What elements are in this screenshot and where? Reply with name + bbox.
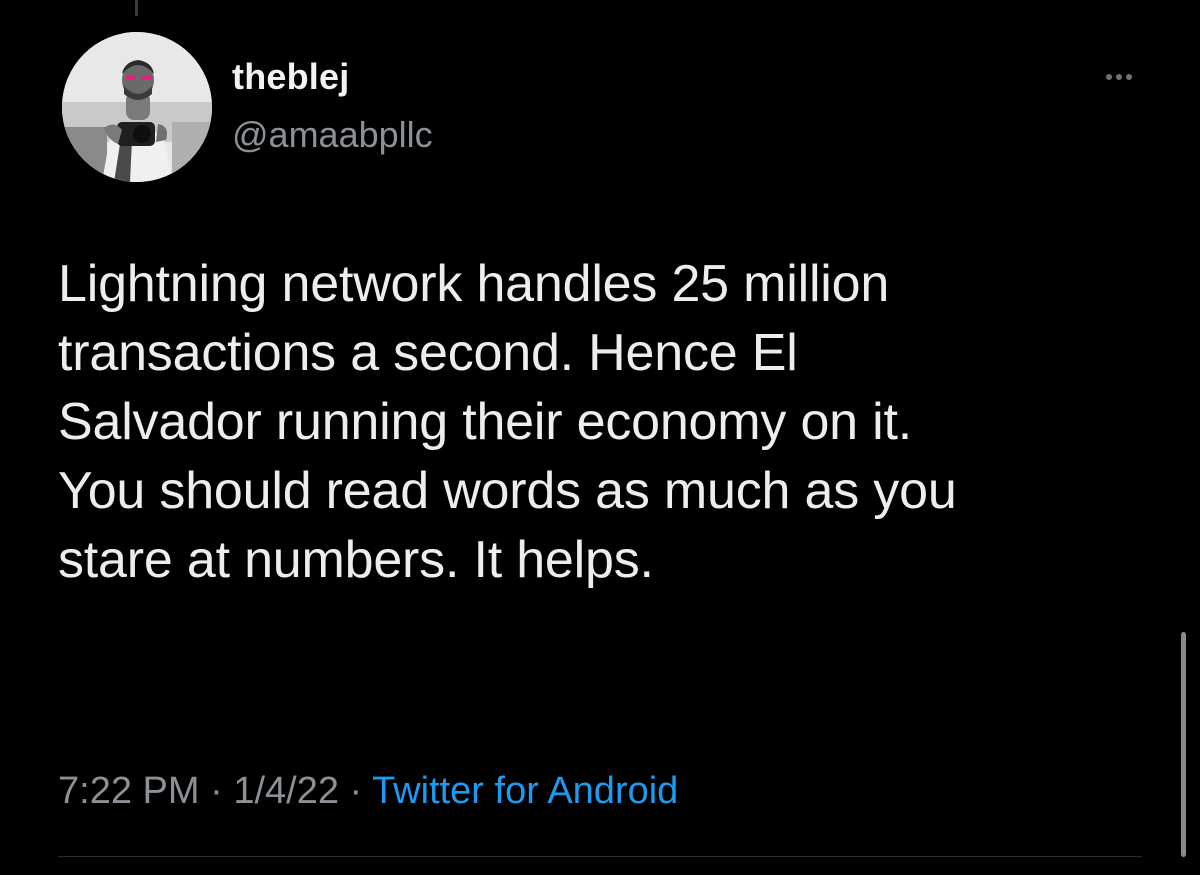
author-handle[interactable]: @amaabpllc <box>232 114 433 156</box>
tweet-text-line: stare at numbers. It helps. <box>58 531 654 589</box>
more-horizontal-icon <box>1106 74 1112 80</box>
author-display-name[interactable]: theblej <box>232 56 349 98</box>
divider <box>58 856 1142 857</box>
more-dot <box>1116 74 1122 80</box>
tweet-date[interactable]: 1/4/22 <box>233 770 339 812</box>
tweet-text-line: Lightning network handles 25 million <box>58 255 890 313</box>
thread-connector-line <box>135 0 138 16</box>
avatar[interactable] <box>62 32 212 182</box>
tweet-text-line: You should read words as much as you <box>58 462 957 520</box>
tweet-text-line: Salvador running their economy on it. <box>58 393 912 451</box>
more-dot <box>1126 74 1132 80</box>
more-options-button[interactable] <box>1095 62 1143 92</box>
tweet-source-link[interactable]: Twitter for Android <box>372 770 678 812</box>
tweet-text-line: transactions a second. Hence El <box>58 324 798 382</box>
tweet-metadata: 7:22 PM · 1/4/22 · Twitter for Android <box>58 770 678 813</box>
scrollbar[interactable] <box>1181 632 1186 857</box>
meta-separator: · <box>338 770 373 812</box>
avatar-photo <box>62 32 212 182</box>
tweet-time[interactable]: 7:22 PM <box>58 770 200 812</box>
meta-separator: · <box>199 770 234 812</box>
tweet-text: Lightning network handles 25 million tra… <box>58 250 1158 595</box>
